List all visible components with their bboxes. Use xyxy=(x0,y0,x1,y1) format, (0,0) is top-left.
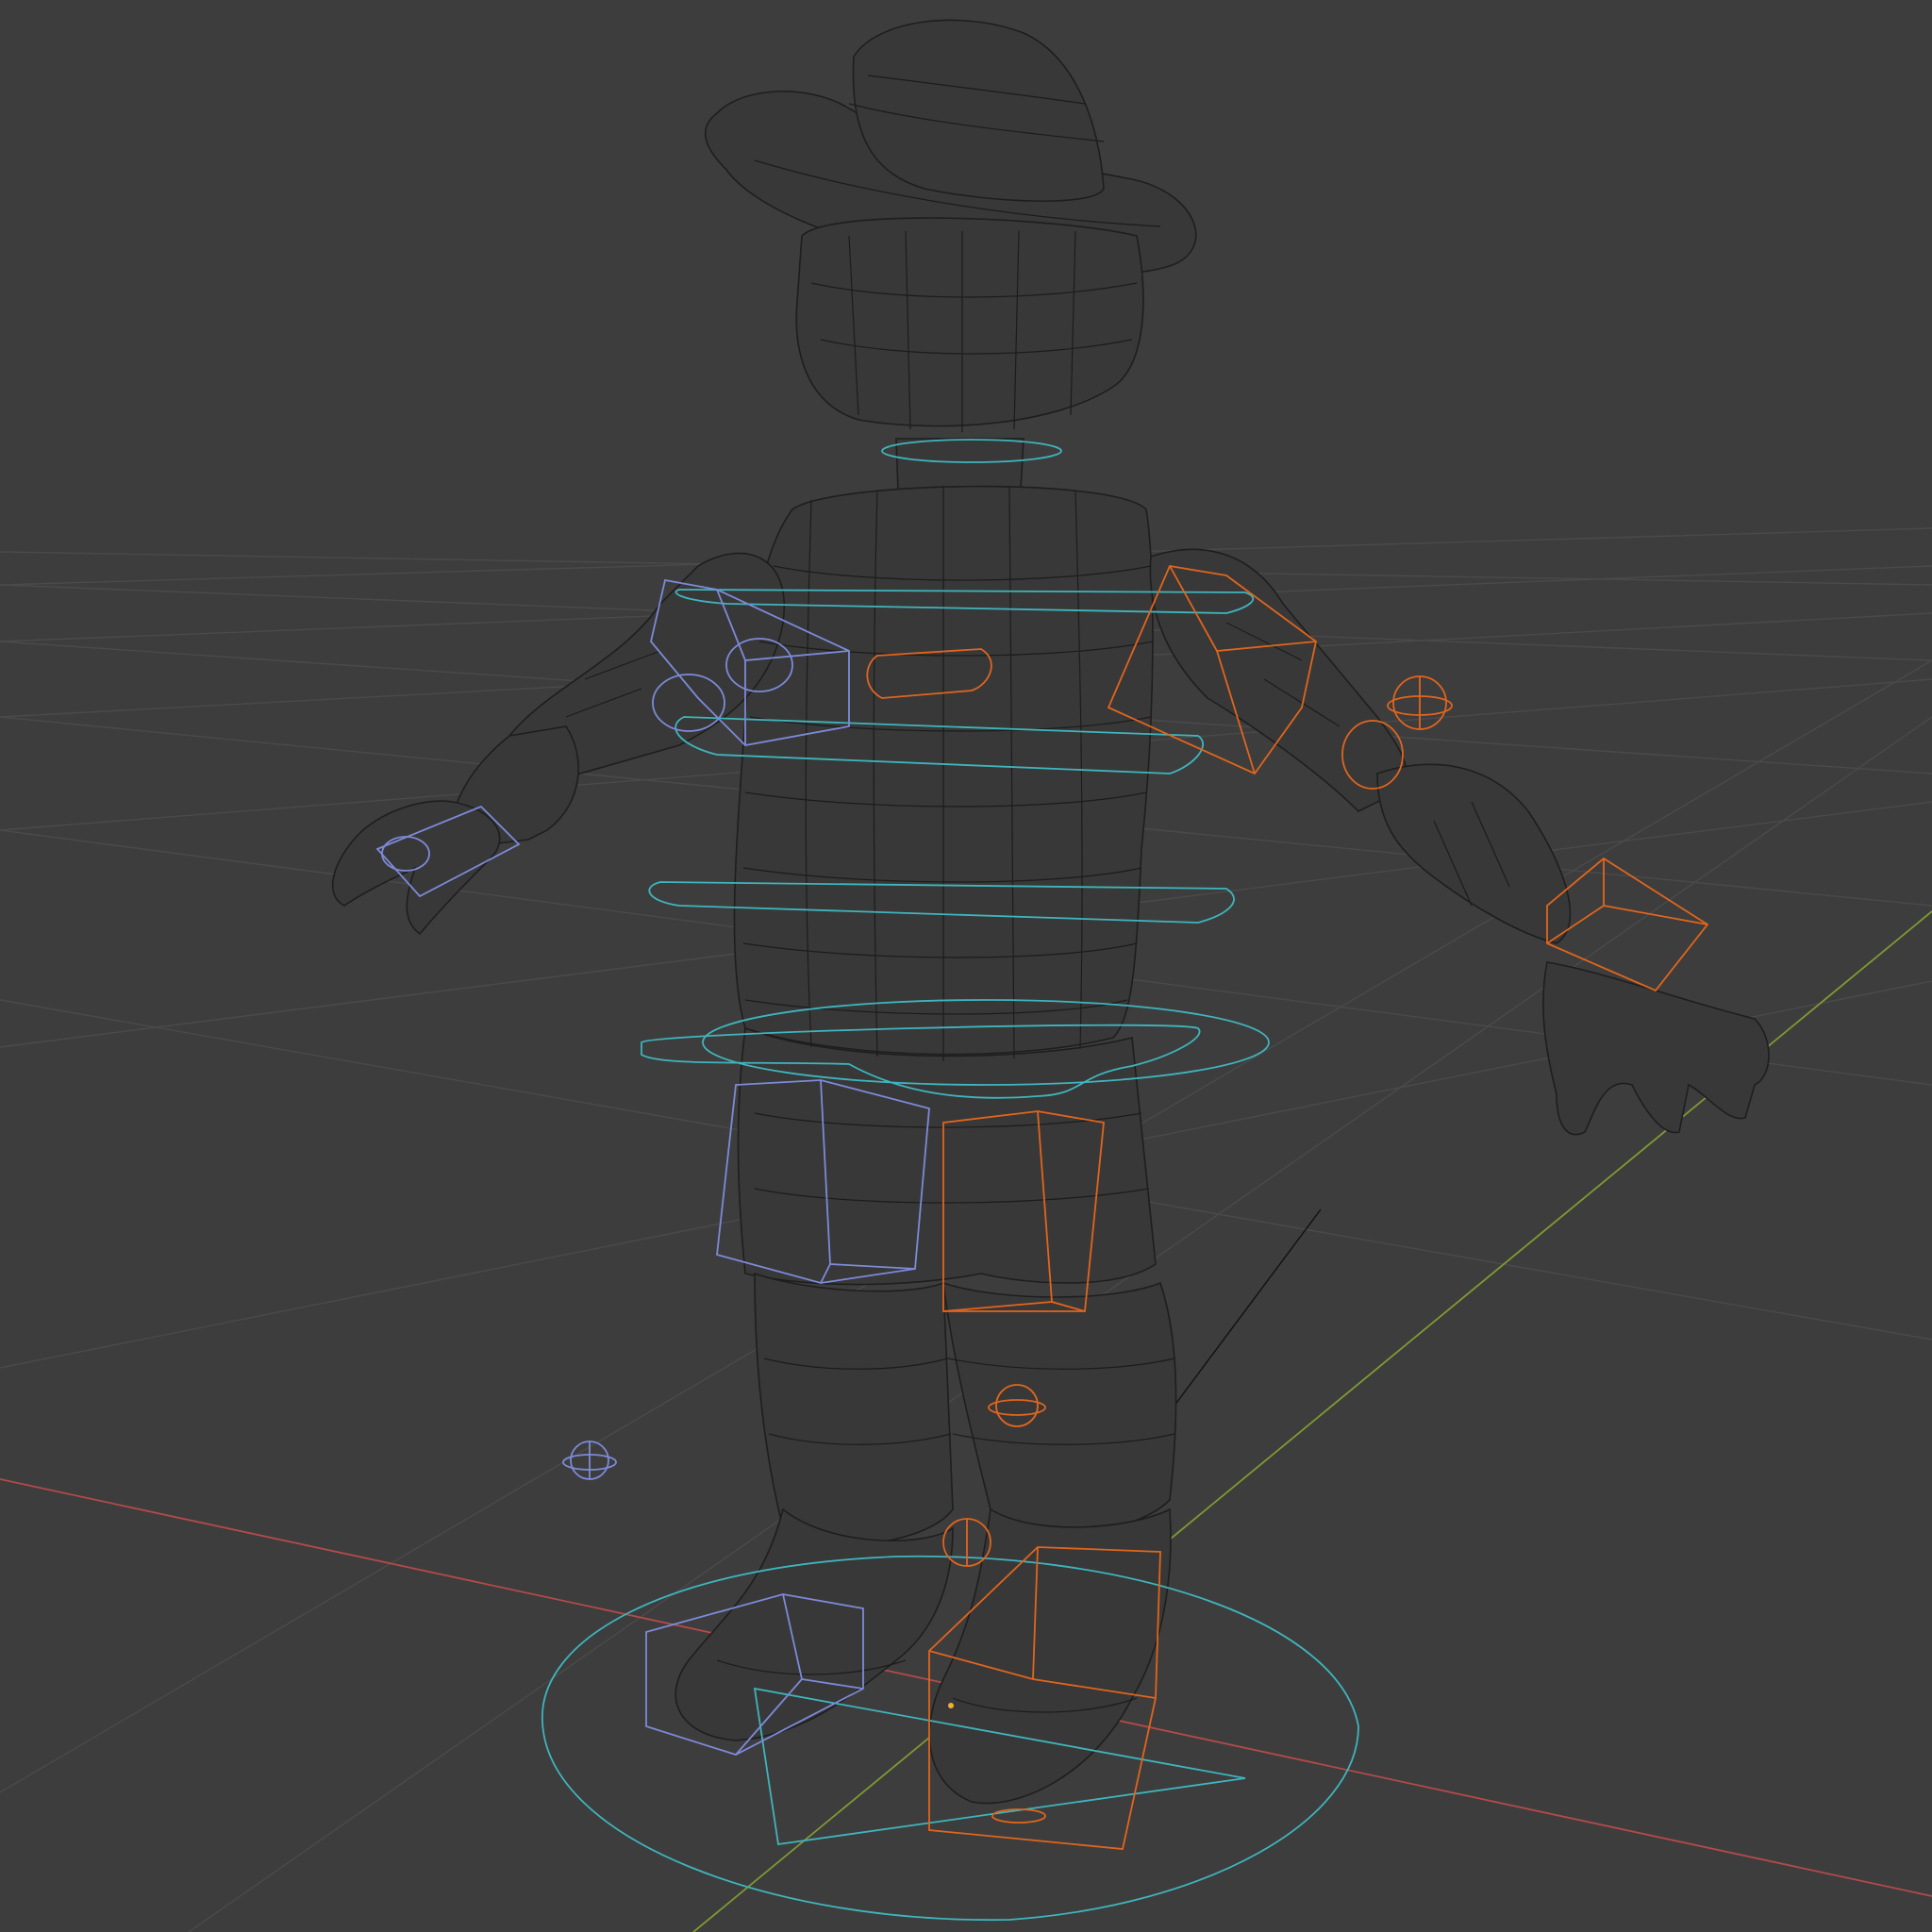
viewport-canvas[interactable] xyxy=(0,0,1932,1932)
origin-point xyxy=(948,1703,954,1708)
character-mesh[interactable] xyxy=(331,19,1770,1805)
object-origin-line xyxy=(1159,1208,1322,1425)
3d-viewport[interactable] xyxy=(0,0,1932,1932)
left-knee-pole-target[interactable] xyxy=(562,1441,617,1480)
